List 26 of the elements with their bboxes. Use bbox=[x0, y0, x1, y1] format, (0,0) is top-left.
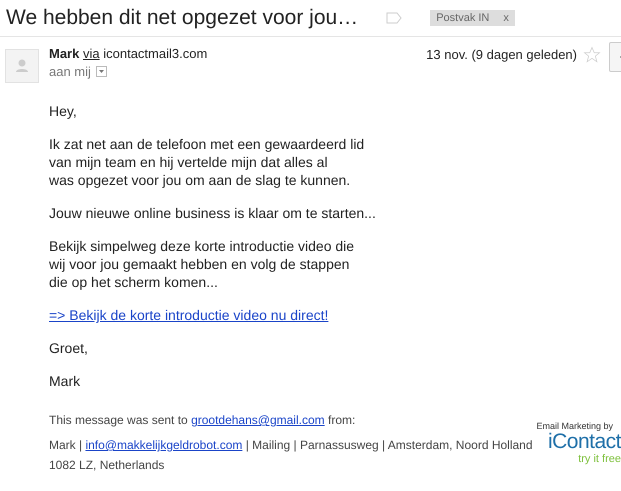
footer-address-text: 1082 LZ, Netherlands bbox=[49, 457, 164, 473]
body-paragraph: Ik zat net aan de telefoon met een gewaardeerd lid van mijn team en hij vertelde mijn dat alles al was opgezet voor jou om aan de slag te kunnen. bbox=[49, 135, 366, 189]
body-paragraph: Groet, bbox=[49, 339, 89, 357]
label-icon[interactable] bbox=[386, 12, 402, 24]
details-dropdown-icon[interactable] bbox=[96, 66, 107, 77]
badge-caption: Email Marketing by bbox=[536, 421, 613, 431]
avatar-icon bbox=[5, 49, 39, 83]
sender-email-link[interactable]: info@makkelijkgeldrobot.com bbox=[85, 438, 242, 452]
sender-name: Mark bbox=[49, 46, 80, 61]
recipient-text: aan mij bbox=[49, 64, 91, 79]
body-paragraph: Jouw nieuwe online business is klaar om te starten... bbox=[49, 204, 377, 222]
footer-address-line: Mark | info@makkelijkgeldrobot.com | Mailing | Parnassusweg | Amsterdam, Noord Holland bbox=[49, 437, 533, 453]
recipient-email-link[interactable]: grootdehans@gmail.com bbox=[191, 413, 325, 427]
body-paragraph: Mark bbox=[49, 372, 82, 390]
sender-domain: icontactmail3.com bbox=[103, 46, 208, 61]
remove-label-button[interactable]: x bbox=[503, 12, 509, 24]
body-paragraph: Hey, bbox=[49, 102, 78, 120]
body-paragraph: Bekijk simpelweg deze korte introductie video die wij voor jou gemaakt hebben en volg de stappen die op het scherm komen... bbox=[49, 237, 356, 291]
via-link[interactable]: via bbox=[82, 46, 100, 61]
star-icon[interactable] bbox=[583, 46, 601, 64]
footer-sent-line: This message was sent to grootdehans@gmail.com from: bbox=[49, 412, 356, 428]
video-link[interactable]: => Bekijk de korte introductie video nu direct! bbox=[49, 307, 328, 323]
email-subject: We hebben dit net opgezet voor jou… bbox=[6, 6, 358, 30]
icontact-logo[interactable]: iContact bbox=[548, 431, 621, 453]
message-date: 13 nov. (9 dagen geleden) bbox=[426, 47, 577, 62]
label-text: Postvak IN bbox=[436, 12, 490, 24]
